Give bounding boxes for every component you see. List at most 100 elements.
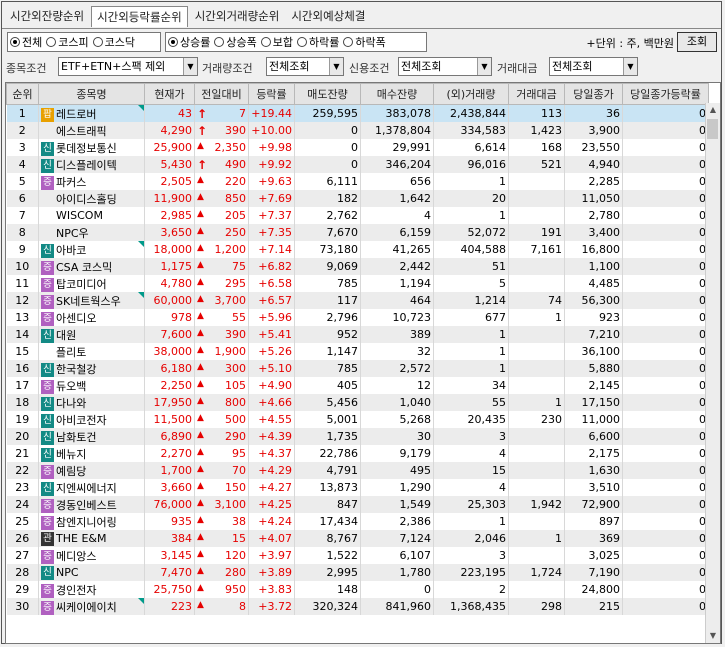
cell-volume: 51 <box>433 258 509 275</box>
table-row[interactable]: 25 증 참엔지니어링 935 ▲ 38 +4.24 17,434 2,386 1 897 0 <box>6 513 709 530</box>
table-row[interactable]: 17 증 듀오백 2,250 ▲ 105 +4.90 405 12 34 2,145 0 <box>6 377 709 394</box>
cell-rank: 18 <box>6 394 39 411</box>
tab-overtime-volume-rank[interactable]: 시간외거래량순위 <box>190 6 285 26</box>
cell-rank: 11 <box>6 275 39 292</box>
col-header-close-rate[interactable]: 당일종가등락률 <box>622 83 709 105</box>
amount-value: 전체조회 <box>552 60 593 73</box>
up-triangle-icon: ▲ <box>197 379 204 389</box>
radio-dot-icon <box>214 37 225 47</box>
table-row[interactable]: 24 증 경동인베스트 76,000 ▲ 3,100 +4.25 847 1,549 25,303… <box>6 496 709 513</box>
cell-sell-balance: 785 <box>294 360 361 377</box>
cell-buy-balance: 2,386 <box>360 513 434 530</box>
table-row[interactable]: 18 신 다나와 17,950 ▲ 800 +4.66 5,456 1,040 55 1 17,150… <box>6 394 709 411</box>
scroll-down-icon[interactable]: ▼ <box>706 629 720 643</box>
table-row[interactable]: 4 신 디스플레이텍 5,430 ↑ 490 +9.92 0 346,204 96,016 521 4… <box>6 156 709 173</box>
table-row[interactable]: 20 신 남화토건 6,890 ▲ 290 +4.39 1,735 30 3 6,600 0 <box>6 428 709 445</box>
table-row[interactable]: 9 신 아바코 18,000 ▲ 1,200 +7.14 73,180 41,265 404,58… <box>6 241 709 258</box>
cell-close: 7,210 <box>564 326 623 343</box>
table-row[interactable]: 2 에스트래픽 4,290 ↑ 390 +10.00 0 1,378,804 334,583 1,… <box>6 122 709 139</box>
table-row[interactable]: 3 신 롯데정보통신 25,900 ▲ 2,350 +9.98 0 29,991 6,614 168… <box>6 139 709 156</box>
table-row[interactable]: 5 증 파커스 2,505 ▲ 220 +9.63 6,111 656 1 2,285 0 <box>6 173 709 190</box>
table-row[interactable]: 6 아이디스홀딩 11,900 ▲ 850 +7.69 182 1,642 20 11,050 0 <box>6 190 709 207</box>
cell-price: 25,900 <box>144 139 195 156</box>
tab-overtime-change-rate-rank[interactable]: 시간외등락률순위 <box>91 6 188 27</box>
vertical-scrollbar[interactable]: ▲ ▼ <box>705 103 720 643</box>
up-triangle-icon: ▲ <box>197 600 204 610</box>
table-row[interactable]: 12 증 SK네트웍스우 60,000 ▲ 3,700 +6.57 117 464 1,214 74… <box>6 292 709 309</box>
col-header-rate[interactable]: 등락률 <box>248 83 295 105</box>
stock-cond-select[interactable]: ETF+ETN+스팩 제외 ▼ <box>58 57 198 76</box>
cell-sell-balance: 8,767 <box>294 530 361 547</box>
table-row[interactable]: 23 신 지엔씨에너지 3,660 ▲ 150 +4.27 13,873 1,290 4 3,510… <box>6 479 709 496</box>
col-header-change[interactable]: 전일대비 <box>194 83 249 105</box>
table-row[interactable]: 28 신 NPC 7,470 ▲ 280 +3.89 2,995 1,780 223,195 1,7… <box>6 564 709 581</box>
cell-change: ▲ 75 <box>194 258 249 275</box>
radio-sort-fall-rate[interactable]: 하락률 <box>297 34 339 50</box>
radio-sort-flat[interactable]: 보합 <box>260 34 293 50</box>
tab-overtime-expected-trade[interactable]: 시간외예상체결 <box>286 6 370 26</box>
radio-sort-fall-amount[interactable]: 하락폭 <box>343 34 386 50</box>
cell-name: 플리토 <box>38 343 145 360</box>
radio-sort-rise-amount[interactable]: 상승폭 <box>214 34 257 50</box>
sort-radio-group: 상승률 상승폭 보합 하락률 하락폭 <box>165 32 427 52</box>
up-triangle-icon: ▲ <box>197 192 204 202</box>
table-row[interactable]: 21 신 베뉴지 2,270 ▲ 95 +4.37 22,786 9,179 4 2,175 0 <box>6 445 709 462</box>
change-value: 205 <box>225 209 246 222</box>
radio-market-kospi[interactable]: 코스피 <box>46 34 89 50</box>
col-header-close[interactable]: 당일종가 <box>564 83 623 105</box>
cell-volume: 1,214 <box>433 292 509 309</box>
cell-change: ▲ 950 <box>194 581 249 598</box>
col-header-buy-balance[interactable]: 매수잔량 <box>360 83 434 105</box>
volume-cond-value: 전체조회 <box>269 60 310 73</box>
table-row[interactable]: 13 증 아센디오 978 ▲ 55 +5.96 2,796 10,723 677 1 923 0 <box>6 309 709 326</box>
query-button[interactable]: 조회 <box>677 32 717 52</box>
table-row[interactable]: 26 관 THE E&M 384 ▲ 15 +4.07 8,767 7,124 2,046 1 369… <box>6 530 709 547</box>
cell-sell-balance: 0 <box>294 156 361 173</box>
cell-name: 신 NPC <box>38 564 145 581</box>
stock-name: 지엔씨에너지 <box>56 481 117 495</box>
table-row[interactable]: 19 신 아비코전자 11,500 ▲ 500 +4.55 5,001 5,268 20,435 2… <box>6 411 709 428</box>
table-row[interactable]: 10 증 CSA 코스믹 1,175 ▲ 75 +6.82 9,069 2,442 51 1,100… <box>6 258 709 275</box>
cell-change: ▲ 95 <box>194 445 249 462</box>
col-header-name[interactable]: 종목명 <box>38 83 145 105</box>
cell-price: 5,430 <box>144 156 195 173</box>
cell-change: ▲ 500 <box>194 411 249 428</box>
scroll-thumb[interactable] <box>707 119 718 139</box>
cell-rate: +4.66 <box>248 394 295 411</box>
radio-market-all[interactable]: 전체 <box>10 34 42 50</box>
cell-name: 증 탑코미디어 <box>38 275 145 292</box>
table-row[interactable]: 29 증 경인전자 25,750 ▲ 950 +3.83 148 0 2 24,800 0 <box>6 581 709 598</box>
stock-name: 씨케이에이치 <box>56 600 117 614</box>
amount-select[interactable]: 전체조회 ▼ <box>549 57 638 76</box>
table-row[interactable]: 16 신 한국철강 6,180 ▲ 300 +5.10 785 2,572 1 5,880 0 <box>6 360 709 377</box>
up-triangle-icon: ▲ <box>197 260 204 270</box>
scroll-up-icon[interactable]: ▲ <box>706 103 720 117</box>
table-row[interactable]: 1 팝 레드로버 43 ↑ 7 +19.44 259,595 383,078 2,438,844 1… <box>6 104 709 122</box>
table-row[interactable]: 27 증 메디앙스 3,145 ▲ 120 +3.97 1,522 6,107 3 3,025 0 <box>6 547 709 564</box>
cell-name: 신 롯데정보통신 <box>38 139 145 156</box>
radio-market-kosdaq[interactable]: 코스닥 <box>92 34 135 50</box>
cell-close-rate: 0 <box>622 292 709 309</box>
col-header-amount[interactable]: 거래대금 <box>508 83 565 105</box>
table-row[interactable]: 22 증 예림당 1,700 ▲ 70 +4.29 4,791 495 15 1,630 0 <box>6 462 709 479</box>
cell-change: ↑ 390 <box>194 122 249 139</box>
cell-sell-balance: 22,786 <box>294 445 361 462</box>
col-header-sell-balance[interactable]: 매도잔량 <box>294 83 361 105</box>
col-header-price[interactable]: 현재가 <box>144 83 195 105</box>
cell-buy-balance: 656 <box>360 173 434 190</box>
table-row[interactable]: 7 WISCOM 2,985 ▲ 205 +7.37 2,762 4 1 2,780 0 <box>6 207 709 224</box>
tab-overtime-balance-rank[interactable]: 시간외잔량순위 <box>5 6 89 26</box>
credit-cond-select[interactable]: 전체조회 ▼ <box>398 57 492 76</box>
table-row[interactable]: 15 플리토 38,000 ▲ 1,900 +5.26 1,147 32 1 36,100 0 <box>6 343 709 360</box>
col-header-volume[interactable]: (외)거래량 <box>433 83 509 105</box>
table-row[interactable]: 8 NPC우 3,650 ▲ 250 +7.35 7,670 6,159 52,072 191 3,… <box>6 224 709 241</box>
table-row[interactable]: 11 증 탑코미디어 4,780 ▲ 295 +6.58 785 1,194 5 4,485 0 <box>6 275 709 292</box>
cell-close: 11,000 <box>564 411 623 428</box>
table-row[interactable]: 14 신 대원 7,600 ▲ 390 +5.41 952 389 1 7,210 0 <box>6 326 709 343</box>
col-header-rank[interactable]: 순위 <box>6 83 39 105</box>
radio-sort-rise-rate[interactable]: 상승률 <box>168 34 210 50</box>
cell-amount <box>508 377 565 394</box>
volume-cond-select[interactable]: 전체조회 ▼ <box>266 57 344 76</box>
ranking-grid: 순위 종목명 현재가 전일대비 등락률 매도잔량 매수잔량 (외)거래량 거래대… <box>5 82 721 644</box>
table-row[interactable]: 30 증 씨케이에이치 223 ▲ 8 +3.72 320,324 841,960 1,368,4… <box>6 598 709 615</box>
